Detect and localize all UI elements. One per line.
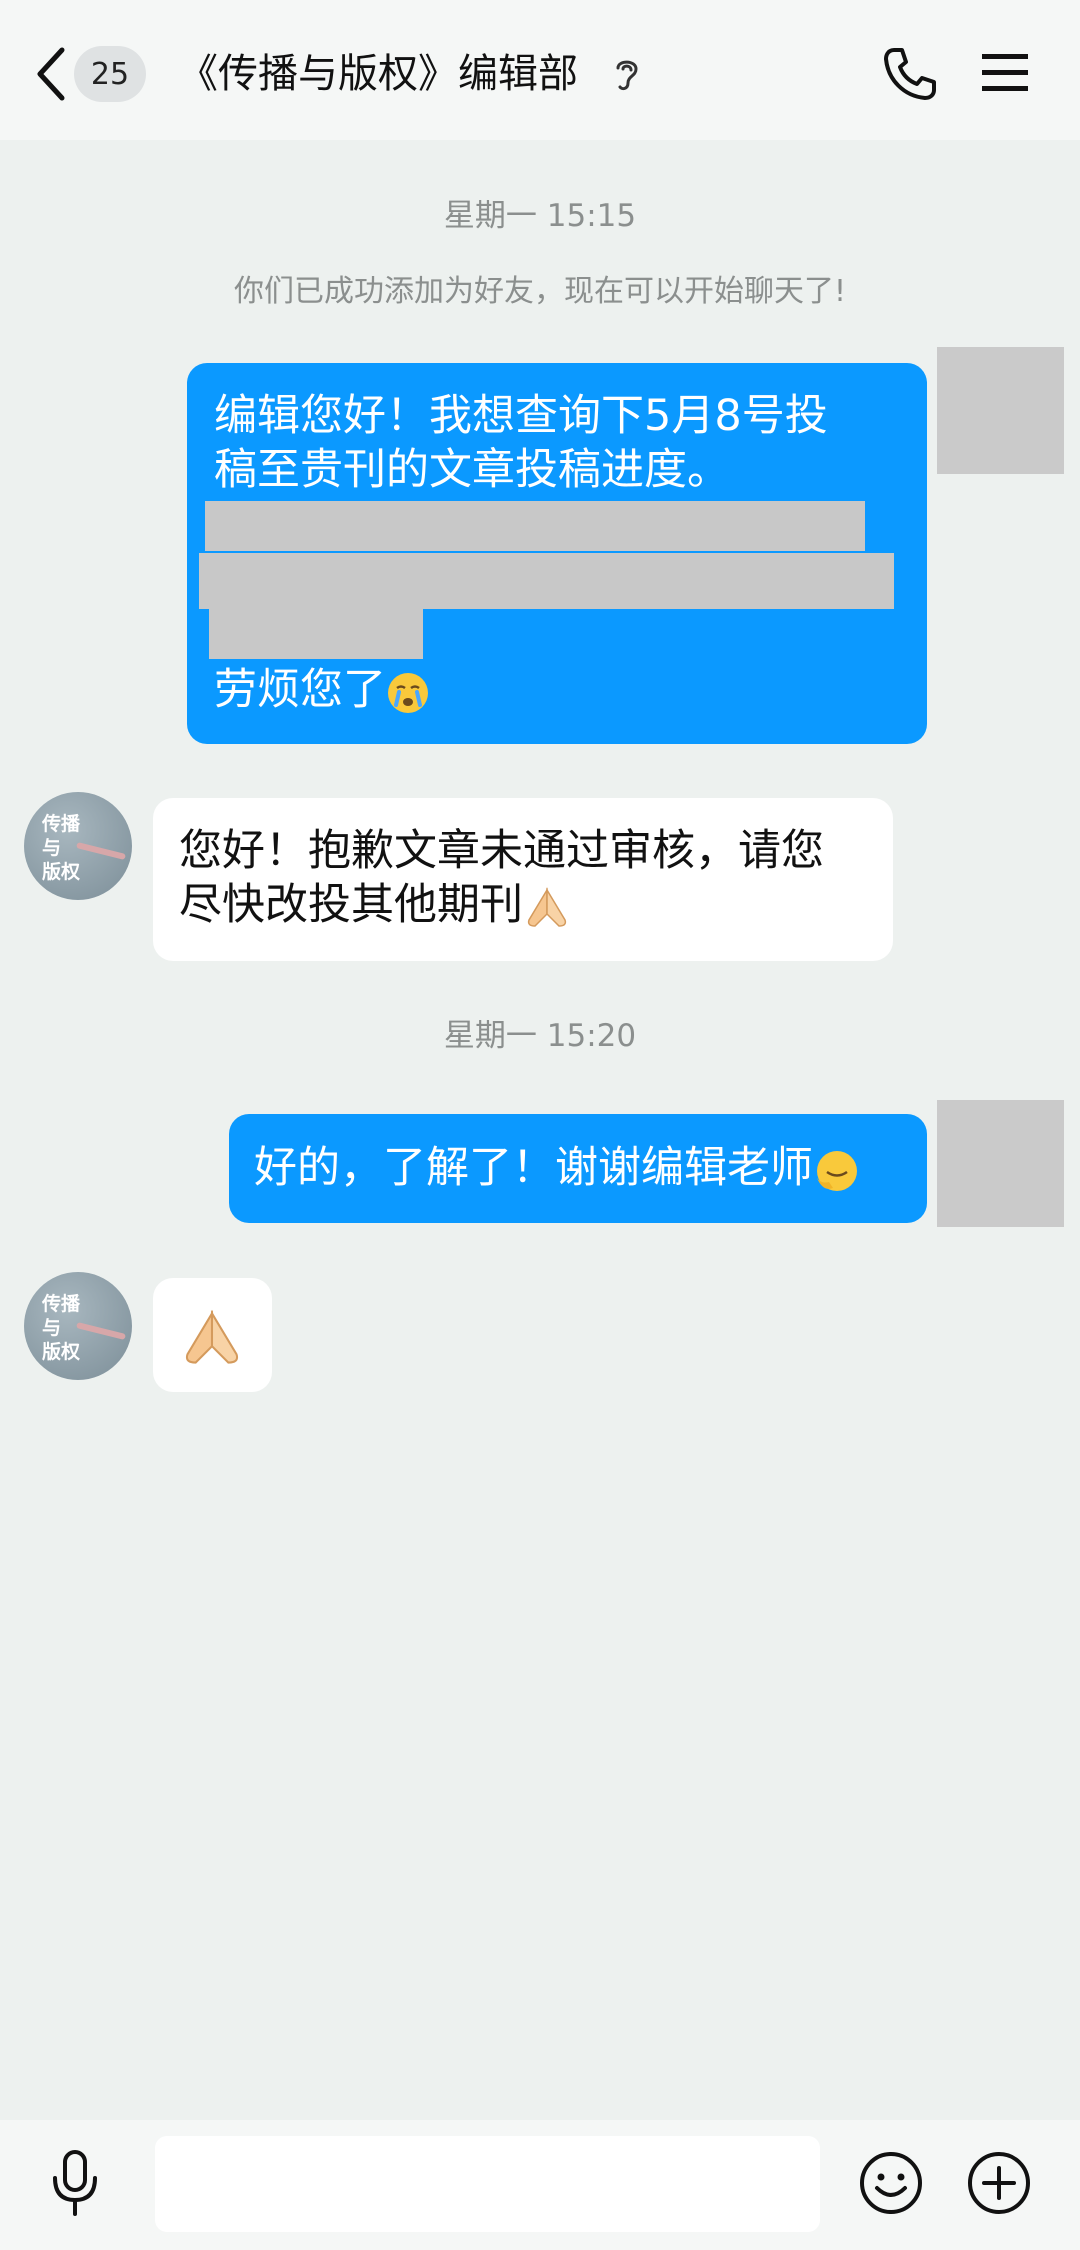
message-input[interactable] <box>155 2136 820 2232</box>
phone-call-icon[interactable] <box>880 44 940 104</box>
system-notice: 你们已成功添加为好友，现在可以开始聊天了! <box>233 274 847 309</box>
message-text-line: 尽快改投其他期刊 <box>179 878 571 932</box>
crying-face-emoji-icon <box>388 672 428 713</box>
message-timestamp: 星期一 15:20 <box>443 1018 637 1054</box>
avatar-label: 传播 <box>42 1293 81 1315</box>
contact-avatar[interactable]: 传播 与 版权 <box>24 792 132 900</box>
outgoing-message-bubble[interactable]: 好的，了解了！谢谢编辑老师 <box>229 1114 927 1223</box>
emoji-picker-icon[interactable] <box>858 2150 924 2216</box>
message-text-line: 好的，了解了！谢谢编辑老师 <box>254 1141 859 1195</box>
message-timestamp: 星期一 15:15 <box>443 198 637 234</box>
avatar-label: 版权 <box>42 861 81 883</box>
pray-hands-emoji-icon <box>527 886 567 927</box>
outgoing-message-bubble[interactable]: 编辑您好！我想查询下5月8号投 稿至贵刊的文章投稿进度。 劳烦您了 <box>187 363 927 744</box>
incoming-message-bubble[interactable] <box>153 1278 272 1392</box>
pray-hands-emoji-icon <box>185 1309 239 1364</box>
incoming-message-bubble[interactable]: 您好！抱歉文章未通过审核，请您 尽快改投其他期刊 <box>153 798 893 961</box>
message-text-line: 编辑您好！我想查询下5月8号投 <box>214 391 828 441</box>
avatar-label: 传播 <box>42 813 81 835</box>
unread-count-badge: 25 <box>74 46 146 102</box>
chevron-left-icon <box>37 47 65 101</box>
ear-icon[interactable] <box>612 54 642 94</box>
message-closing-text: 劳烦您了 <box>214 665 386 715</box>
input-bar <box>0 2120 1080 2250</box>
self-avatar[interactable] <box>937 347 1064 474</box>
message-text-line: 劳烦您了 <box>214 663 430 717</box>
menu-icon[interactable] <box>980 50 1030 96</box>
redacted-block <box>199 553 894 609</box>
avatar-label: 版权 <box>42 1341 81 1363</box>
contact-avatar[interactable]: 传播 与 版权 <box>24 1272 132 1380</box>
back-button[interactable]: 25 <box>30 42 150 106</box>
plus-icon[interactable] <box>966 2150 1032 2216</box>
self-avatar[interactable] <box>937 1100 1064 1227</box>
chat-title[interactable]: 《传播与版权》编辑部 <box>178 44 578 104</box>
chat-header: 25 《传播与版权》编辑部 <box>0 0 1080 140</box>
message-text-line: 您好！抱歉文章未通过审核，请您 <box>179 826 824 876</box>
smile-face-emoji-icon <box>817 1150 857 1191</box>
redacted-block <box>209 609 423 659</box>
microphone-icon[interactable] <box>46 2148 104 2222</box>
redacted-block <box>205 501 865 551</box>
message-text-line: 稿至贵刊的文章投稿进度。 <box>214 445 730 495</box>
